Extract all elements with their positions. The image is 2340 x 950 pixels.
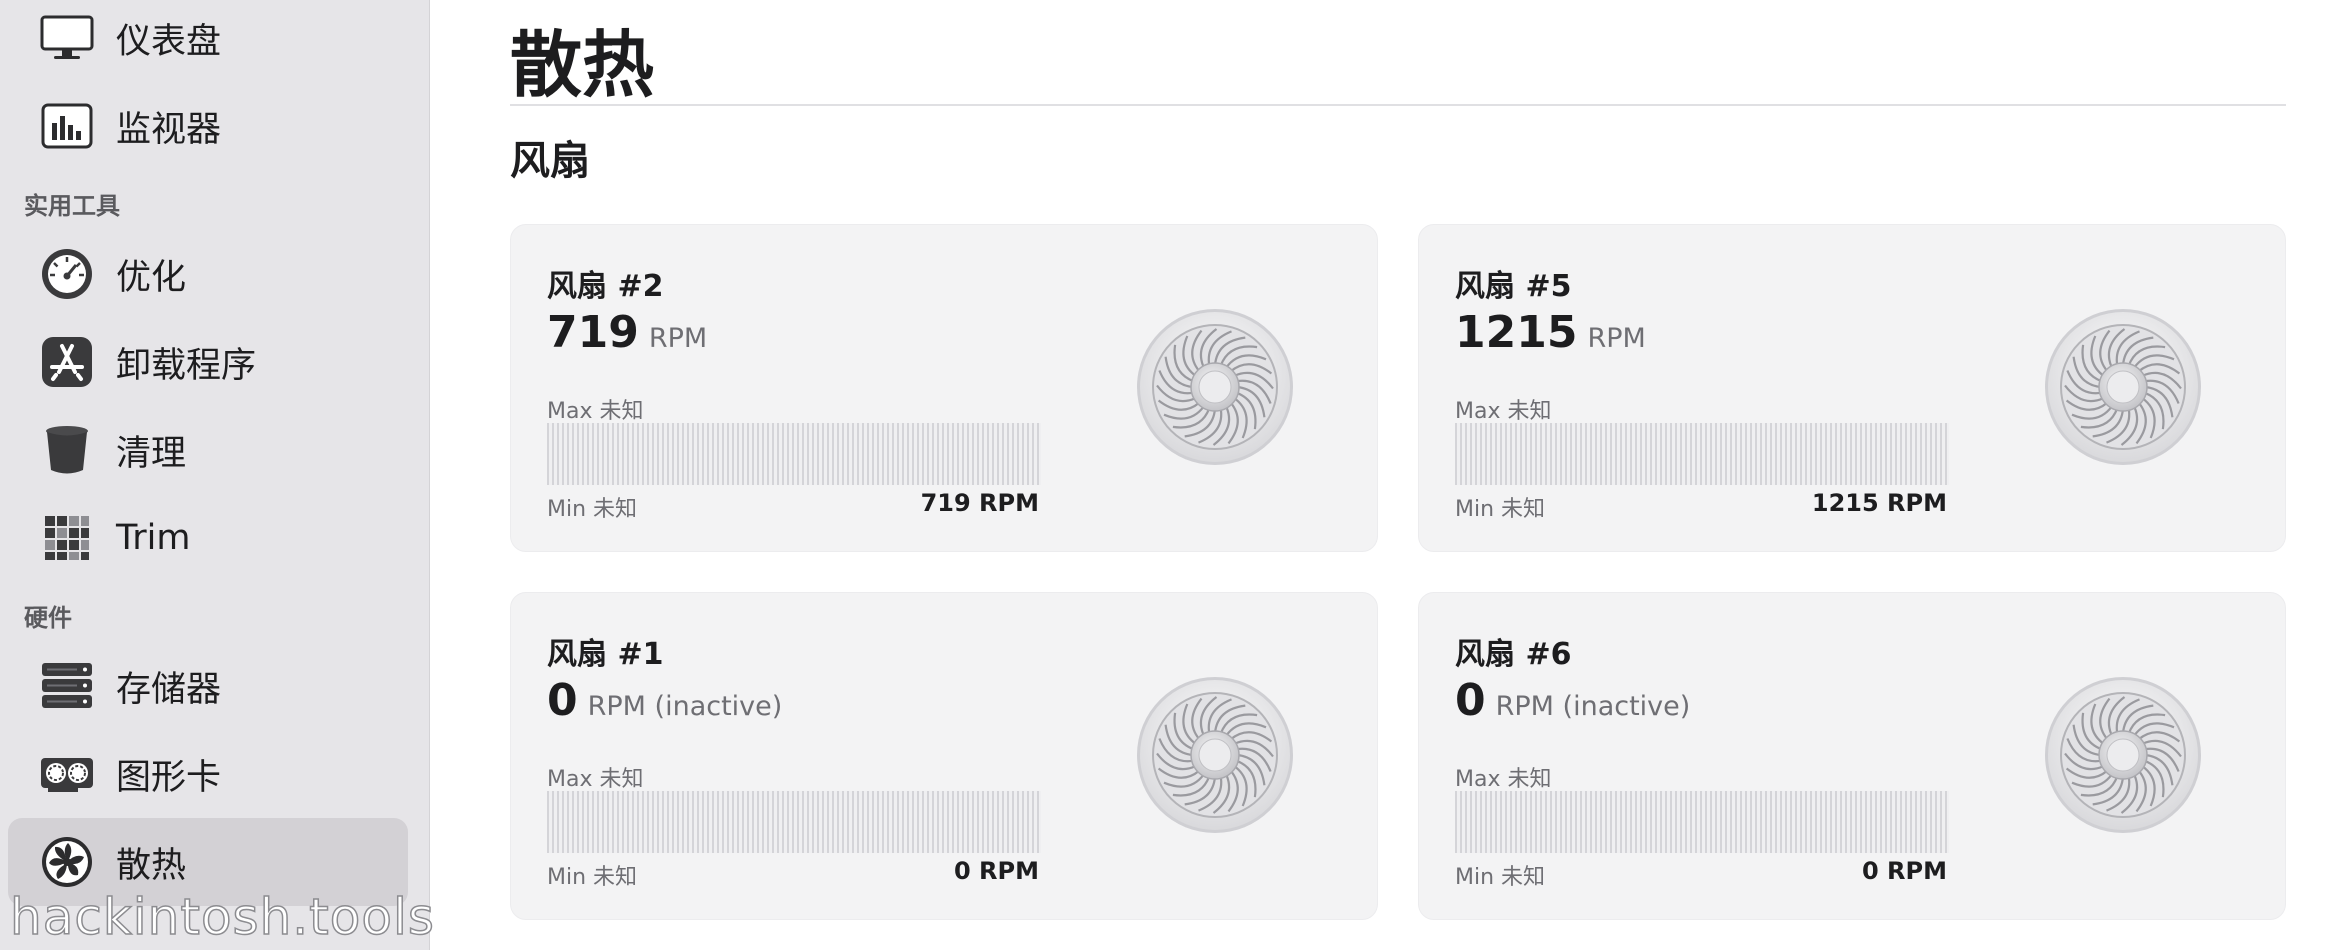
sidebar-item-graphics[interactable]: 图形卡: [8, 730, 408, 818]
sidebar-item-dashboard[interactable]: 仪表盘: [8, 0, 408, 82]
fan-speed: 719 RPM: [547, 307, 707, 358]
min-label: Min 未知: [547, 865, 638, 890]
trash-icon: [40, 423, 94, 477]
rpm-value: 1215: [1455, 307, 1578, 358]
current-rpm: 719 RPM: [920, 489, 1039, 517]
sidebar: 仪表盘 监视器 实用工具 优化 卸载程序 清理 Trim 硬件 存储器 图形卡 …: [0, 0, 435, 950]
rpm-unit: RPM (inactive): [587, 691, 783, 722]
fan-icon: [2043, 675, 2203, 835]
fan-icon: [1135, 675, 1295, 835]
max-label: Max 未知: [547, 399, 644, 424]
current-rpm: 0 RPM: [1861, 857, 1947, 885]
fan-icon: [2043, 307, 2203, 467]
sidebar-item-storage[interactable]: 存储器: [8, 642, 408, 730]
rpm-unit: RPM: [1587, 323, 1646, 354]
rpm-value: 0: [547, 675, 578, 726]
max-label: Max 未知: [1455, 767, 1552, 792]
fan-name: 风扇 #1: [547, 637, 664, 672]
sidebar-item-label: 监视器: [116, 109, 222, 150]
fan-speed: 1215 RPM: [1455, 307, 1646, 358]
max-label: Max 未知: [547, 767, 644, 792]
monitor-icon: [40, 11, 94, 65]
fan-card: 风扇 #1 0 RPM (inactive) Max 未知 Min 未知 0 R…: [510, 592, 1378, 920]
fan-card: 风扇 #2 719 RPM Max 未知 Min 未知 719 RPM: [510, 224, 1378, 552]
fan-card: 风扇 #6 0 RPM (inactive) Max 未知 Min 未知 0 R…: [1418, 592, 2286, 920]
rpm-value: 719: [547, 307, 639, 358]
section-title: 风扇: [510, 138, 590, 184]
gauge-icon: [40, 247, 94, 301]
current-rpm: 0 RPM: [953, 857, 1039, 885]
fan-name: 风扇 #6: [1455, 637, 1572, 672]
page-title: 散热: [510, 23, 655, 107]
speed-history-bar: [547, 791, 1041, 853]
sidebar-item-label: 图形卡: [116, 757, 222, 798]
max-label: Max 未知: [1455, 399, 1552, 424]
sidebar-item-uninstaller[interactable]: 卸载程序: [8, 318, 408, 406]
speed-history-bar: [547, 423, 1041, 485]
fan-speed: 0 RPM (inactive): [547, 675, 782, 726]
section-utilities: 实用工具: [24, 192, 120, 220]
title-divider: [510, 104, 2286, 106]
watermark: hackintosh.tools: [9, 887, 435, 947]
rpm-value: 0: [1455, 675, 1486, 726]
sidebar-item-label: 仪表盘: [116, 21, 222, 62]
sidebar-item-optimize[interactable]: 优化: [8, 230, 408, 318]
sidebar-item-label: 优化: [116, 257, 187, 298]
fan-card: 风扇 #5 1215 RPM Max 未知 Min 未知 1215 RPM: [1418, 224, 2286, 552]
app-store-icon: [40, 335, 94, 389]
fan-name: 风扇 #5: [1455, 269, 1572, 304]
sidebar-item-label: Trim: [116, 518, 191, 558]
grid-icon: [40, 511, 94, 565]
min-label: Min 未知: [1455, 865, 1546, 890]
speed-history-bar: [1455, 791, 1949, 853]
fan-speed: 0 RPM (inactive): [1455, 675, 1690, 726]
sidebar-item-label: 卸载程序: [116, 345, 257, 386]
storage-icon: [40, 659, 94, 713]
current-rpm: 1215 RPM: [1811, 489, 1947, 517]
section-hardware: 硬件: [24, 604, 72, 632]
fan-icon: [40, 835, 94, 889]
rpm-unit: RPM: [648, 323, 708, 354]
sidebar-item-label: 清理: [116, 433, 187, 474]
fan-name: 风扇 #2: [547, 269, 664, 304]
fan-icon: [1135, 307, 1295, 467]
bar-chart-icon: [40, 99, 94, 153]
sidebar-item-label: 存储器: [116, 669, 222, 710]
sidebar-item-trim[interactable]: Trim: [8, 494, 408, 582]
speed-history-bar: [1455, 423, 1949, 485]
min-label: Min 未知: [1455, 497, 1546, 522]
rpm-unit: RPM (inactive): [1495, 691, 1691, 722]
sidebar-item-label: 散热: [116, 845, 187, 886]
sidebar-item-monitor[interactable]: 监视器: [8, 82, 408, 170]
graphics-card-icon: [40, 747, 94, 801]
sidebar-item-clean[interactable]: 清理: [8, 406, 408, 494]
min-label: Min 未知: [547, 497, 638, 522]
